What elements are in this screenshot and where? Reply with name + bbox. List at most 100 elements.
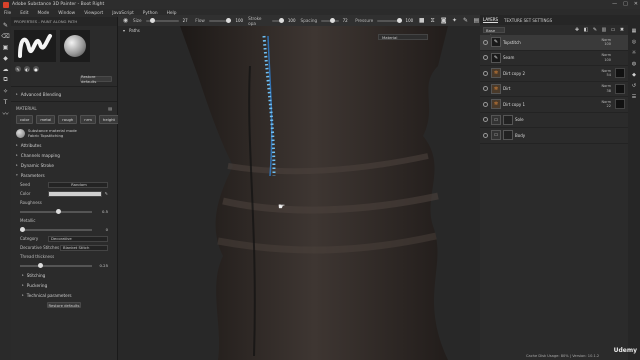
roughness-value[interactable]: 0.5 [98, 209, 108, 214]
attributes-section[interactable]: ▸ Attributes [11, 140, 117, 150]
text-tool-icon[interactable]: T [2, 98, 10, 106]
layer-row[interactable]: ▭ Sole [480, 113, 628, 128]
thread-thickness-slider[interactable] [20, 263, 92, 268]
stroke-opacity-slider-handle[interactable] [278, 18, 284, 23]
stitching-section[interactable]: ▸ Stitching [11, 270, 117, 280]
layer-row[interactable]: ✎ Seam Norm 100 [480, 51, 628, 66]
restore-defaults-button[interactable]: Restore defaults [80, 74, 112, 84]
camera-icon[interactable]: ◙ [440, 17, 447, 25]
flow-slider[interactable] [208, 18, 232, 23]
minimize-button[interactable]: — [612, 1, 617, 7]
record-icon[interactable]: ■ [418, 17, 425, 25]
projection-icon[interactable]: ▣ [2, 43, 10, 51]
lazy-mouse-icon[interactable]: ✦ [451, 17, 458, 25]
visibility-eye-icon[interactable] [483, 132, 488, 138]
menu-window[interactable]: Window [58, 11, 75, 16]
assets-icon[interactable]: ▦ [631, 27, 638, 34]
paint-mode-icon[interactable]: ✎ [462, 17, 469, 25]
paint-brush-icon[interactable]: ✎ [2, 21, 10, 29]
thread-thickness-slider-handle[interactable] [38, 263, 43, 268]
restore-defaults-button-2[interactable]: Restore defaults [47, 302, 81, 308]
channel-dropdown[interactable]: Material [378, 34, 428, 40]
thread-thickness-value[interactable]: 0.25 [98, 263, 108, 268]
stroke-opacity-slider[interactable] [271, 18, 284, 23]
pressure-slider-handle[interactable] [396, 18, 402, 23]
visibility-eye-icon[interactable] [483, 101, 488, 107]
layer-row[interactable]: ✲ Dirt copy 1 Norm 22 [480, 97, 628, 113]
log-icon[interactable]: ☰ [631, 93, 638, 100]
close-button[interactable]: ✕ [634, 1, 638, 7]
tab-layers[interactable]: LAYERS [483, 17, 499, 23]
pressure-value[interactable]: 100 [406, 18, 415, 23]
add-folder-icon[interactable]: ▭ [610, 27, 616, 33]
chip-height[interactable]: height [98, 115, 120, 124]
roughness-slider-handle[interactable] [56, 209, 61, 214]
eyedropper-icon[interactable]: ✎ [105, 191, 108, 196]
chip-metal[interactable]: metal [36, 115, 56, 124]
brush-settings-icon[interactable]: ✎ [15, 66, 21, 72]
layer-blend-mode[interactable]: Norm 38 [593, 84, 611, 93]
channel-blend-dropdown[interactable]: Base colour [483, 27, 505, 38]
spacing-slider[interactable] [321, 18, 339, 23]
symmetry-icon[interactable]: ⧖ [429, 17, 436, 25]
layer-blend-mode[interactable]: Norm 100 [593, 38, 611, 47]
size-slider-handle[interactable] [149, 18, 155, 23]
eraser-icon[interactable]: ⌫ [1, 32, 9, 40]
history-icon[interactable]: ↺ [631, 82, 638, 89]
picker-icon[interactable]: ✧ [2, 87, 10, 95]
menu-edit[interactable]: Edit [20, 11, 28, 16]
flow-value[interactable]: 100 [235, 18, 244, 23]
visibility-eye-icon[interactable] [483, 55, 488, 61]
3d-viewport[interactable]: ▾ Paths Material ☛ [118, 26, 480, 360]
layer-mask-thumbnail[interactable] [615, 83, 625, 94]
layer-row[interactable]: ✲ Dirt Norm 38 [480, 82, 628, 97]
flow-slider-handle[interactable] [226, 18, 232, 23]
shelf-icon[interactable]: ◎ [631, 38, 638, 45]
color-swatch[interactable] [48, 190, 102, 197]
material-options-icon[interactable]: ▤ [108, 106, 112, 111]
brush-preview[interactable] [14, 30, 56, 62]
metallic-value[interactable]: 0 [98, 227, 108, 232]
display-settings-icon[interactable]: ☼ [631, 49, 638, 56]
bake-icon[interactable]: ◆ [631, 71, 638, 78]
chip-nrm[interactable]: nrm [80, 115, 96, 124]
chip-color[interactable]: color [16, 115, 34, 124]
metallic-slider[interactable] [20, 227, 92, 232]
visibility-eye-icon[interactable] [483, 117, 488, 123]
visibility-eye-icon[interactable] [483, 86, 488, 92]
stroke-opacity-value[interactable]: 100 [288, 18, 297, 23]
spacing-value[interactable]: 72 [343, 18, 352, 23]
size-slider[interactable] [145, 18, 179, 23]
size-value[interactable]: 27 [183, 18, 192, 23]
paths-label[interactable]: Paths [129, 28, 140, 33]
display-settings-icon[interactable]: ▤ [473, 17, 480, 25]
metallic-slider-handle[interactable] [20, 227, 25, 232]
add-fill-layer-icon[interactable]: ▥ [601, 27, 607, 33]
pressure-slider[interactable] [377, 18, 402, 23]
channels-mapping-section[interactable]: ▸ Channels mapping [11, 150, 117, 160]
layer-row[interactable]: ✎ Topstitch Norm 100 [480, 35, 628, 51]
add-paint-layer-icon[interactable]: ✎ [592, 27, 598, 33]
puckering-section[interactable]: ▸ Puckering [11, 280, 117, 290]
category-dropdown[interactable]: Decorative [48, 235, 108, 242]
smudge-icon[interactable]: ☁ [2, 65, 10, 73]
visibility-eye-icon[interactable] [483, 39, 488, 45]
layer-mask-thumbnail[interactable] [615, 68, 625, 79]
visibility-eye-icon[interactable] [483, 70, 488, 76]
spacing-slider-handle[interactable] [329, 18, 335, 23]
technical-parameters-section[interactable]: ▸ Technical parameters [11, 290, 117, 300]
roughness-slider[interactable] [20, 209, 92, 214]
seed-random-button[interactable]: Random [48, 181, 108, 188]
delete-layer-icon[interactable]: ✖ [619, 27, 625, 33]
path-tool-icon[interactable]: 〰 [2, 109, 10, 118]
layer-blend-mode[interactable]: Norm 54 [593, 69, 611, 78]
add-effect-icon[interactable]: ✚ [574, 27, 580, 33]
menu-file[interactable]: File [4, 11, 11, 16]
dynamic-stroke-section[interactable]: ▸ Dynamic Stroke [11, 160, 117, 170]
shader-settings-icon[interactable]: ◍ [631, 60, 638, 67]
tab-texture-set-settings[interactable]: TEXTURE SET SETTINGS [504, 18, 552, 23]
clone-icon[interactable]: ⧉ [2, 76, 10, 84]
chip-rough[interactable]: rough [58, 115, 78, 124]
menu-mode[interactable]: Mode [38, 11, 50, 16]
alpha-icon[interactable]: ◐ [24, 66, 30, 72]
